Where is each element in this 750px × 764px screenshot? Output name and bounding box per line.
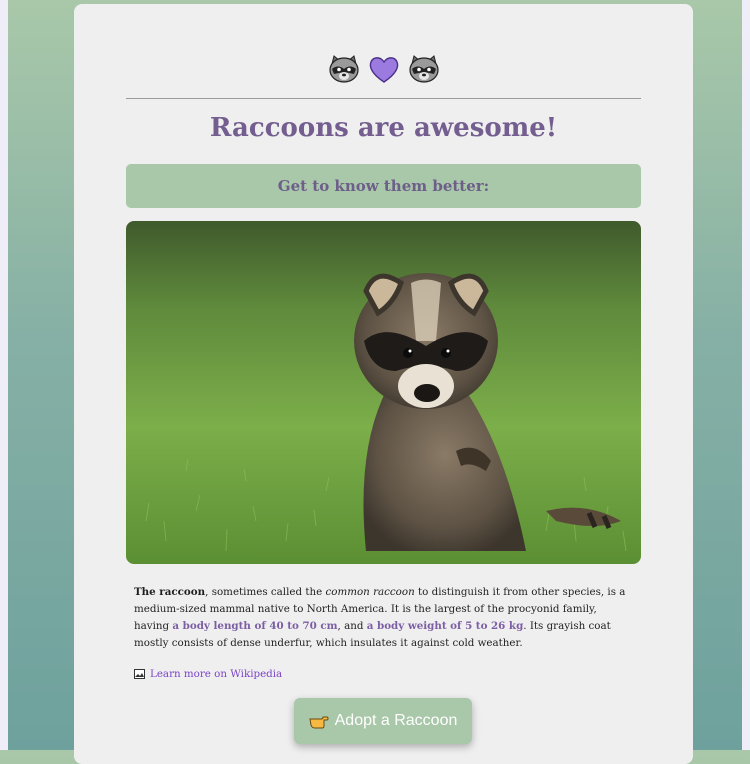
window-right-edge [742, 0, 750, 750]
adopt-button-label: Adopt a Raccoon [334, 712, 458, 729]
lead-term: The raccoon [134, 586, 206, 598]
image-frame-icon [134, 669, 145, 679]
page-title: Raccoons are awesome! [209, 113, 558, 143]
pointing-hand-icon [309, 713, 329, 729]
description-text: , sometimes called the [205, 586, 326, 598]
content-card: Raccoons are awesome! Get to know them b… [74, 4, 693, 764]
subtitle-banner: Get to know them better: [126, 164, 641, 208]
description-text: , and [337, 620, 367, 632]
body-length-fact: a body length of 40 to 70 cm [172, 620, 338, 632]
window-left-edge [0, 0, 8, 750]
adopt-button[interactable]: Adopt a Raccoon [294, 698, 472, 744]
subtitle-text: Get to know them better: [277, 177, 490, 195]
raccoon-icon [408, 54, 440, 84]
raccoon-icon [328, 54, 360, 84]
body-weight-fact: a body weight of 5 to 26 kg [366, 620, 524, 632]
wiki-link-row: Learn more on Wikipedia [134, 668, 282, 680]
header-divider [126, 98, 641, 99]
raccoon-description: The raccoon, sometimes called the common… [134, 584, 634, 652]
wikipedia-link[interactable]: Learn more on Wikipedia [150, 668, 282, 680]
common-name: common raccoon [325, 586, 415, 598]
emoji-row [74, 54, 693, 84]
purple-heart-icon [368, 54, 400, 84]
raccoon-photo [126, 221, 641, 564]
